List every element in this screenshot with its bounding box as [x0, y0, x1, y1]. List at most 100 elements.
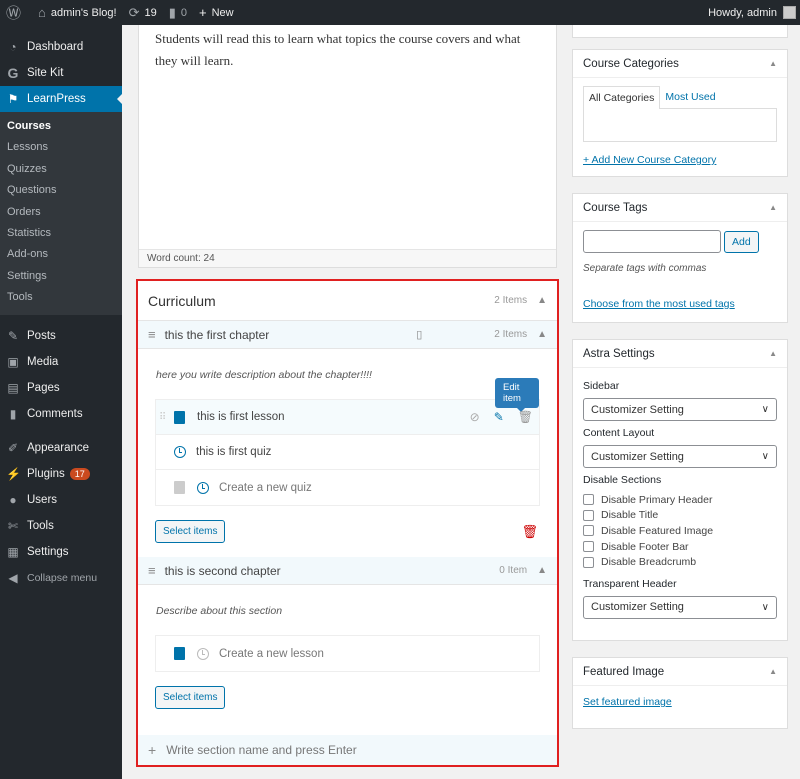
menu-pages[interactable]: ▤ Pages [0, 375, 122, 401]
sidebar-label: Sidebar [583, 380, 620, 392]
menu-comments[interactable]: ▮ Comments [0, 401, 122, 427]
section-items: ⠿ this is first lesson Edit item ⊘ ✎ 🗑 t… [155, 378, 540, 506]
menu-settings[interactable]: ▦ Settings [0, 539, 122, 565]
quiz-type-icon[interactable] [197, 647, 209, 660]
item-drag-icon[interactable]: ⠿ [159, 412, 166, 423]
my-account-link[interactable]: Howdy, admin [708, 6, 800, 19]
wp-logo-button[interactable]: Ⓦ [0, 0, 32, 25]
delete-section-icon[interactable]: 🗑 [521, 524, 538, 540]
checkbox-disable-footer-bar[interactable]: Disable Footer Bar [583, 539, 777, 555]
collapse-toggle-icon[interactable]: ▲ [769, 667, 777, 676]
add-section-row: + Write section name and press Enter [138, 735, 557, 765]
dashboard-icon: ◔ [9, 40, 17, 54]
checkbox-disable-title[interactable]: Disable Title [583, 508, 777, 524]
add-category-link[interactable]: + Add New Course Category [583, 154, 716, 166]
section-save-icon[interactable]: ▯ [416, 328, 422, 341]
new-content-link[interactable]: + New [193, 0, 240, 25]
list-item[interactable]: this is first quiz [156, 435, 539, 470]
menu-appearance[interactable]: ✐ Appearance [0, 435, 122, 461]
new-section-input[interactable]: Write section name and press Enter [166, 743, 357, 757]
collapse-toggle-icon[interactable]: ▲ [769, 59, 777, 68]
select-items-button[interactable]: Select items [155, 686, 226, 709]
most-used-tags-link[interactable]: Choose from the most used tags [583, 298, 735, 310]
submenu-courses[interactable]: Courses [0, 116, 122, 137]
checkbox-disable-breadcrumb[interactable]: Disable Breadcrumb [583, 554, 777, 570]
drag-handle-icon[interactable]: ≡ [148, 563, 156, 578]
updates-link[interactable]: ⟳ 19 [123, 0, 163, 25]
submenu-lessons[interactable]: Lessons [0, 137, 122, 158]
checkbox-disable-primary-header[interactable]: Disable Primary Header [583, 492, 777, 508]
tag-input[interactable] [583, 230, 721, 253]
select-items-button[interactable]: Select items [155, 520, 226, 543]
submenu-add-ons[interactable]: Add-ons [0, 244, 122, 265]
new-item-input[interactable]: Create a new lesson [219, 648, 324, 660]
submenu-orders[interactable]: Orders [0, 202, 122, 223]
new-item-row: Create a new quiz [156, 470, 539, 505]
comments-link[interactable]: ▮ 0 [163, 0, 193, 25]
collapse-toggle-icon[interactable]: ▲ [537, 295, 547, 306]
submenu-questions[interactable]: Questions [0, 180, 122, 201]
curriculum-title: Curriculum [148, 292, 216, 309]
item-title[interactable]: this is first quiz [196, 446, 271, 458]
admin-bar: Ⓦ ⌂ admin's Blog! ⟳ 19 ▮ 0 + New Howdy, admi… [0, 0, 800, 25]
plus-icon: + [148, 742, 157, 758]
section-1: ≡ this the first chapter ▯ 2 Items ▲ her… [138, 321, 557, 557]
section-name[interactable]: this is second chapter [165, 564, 281, 578]
collapse-toggle-icon[interactable]: ▲ [769, 203, 777, 212]
menu-users[interactable]: ● Users [0, 487, 122, 513]
submenu-settings[interactable]: Settings [0, 266, 122, 287]
item-title[interactable]: this is first lesson [197, 411, 285, 423]
menu-learnpress[interactable]: ⚑ LearnPress [0, 86, 122, 112]
transparent-header-select[interactable]: Customizer Setting ∨ [583, 595, 777, 619]
edit-item-icon[interactable]: ✎ [494, 410, 504, 424]
section-2: ≡ this is second chapter 0 Item ▲ Descri… [138, 557, 557, 723]
checkbox-disable-featured-image[interactable]: Disable Featured Image [583, 523, 777, 539]
delete-item-icon[interactable]: 🗑 [518, 410, 533, 424]
collapse-toggle-icon[interactable]: ▲ [769, 349, 777, 358]
add-tag-button[interactable]: Add [724, 230, 759, 253]
menu-tools[interactable]: ✄ Tools [0, 513, 122, 539]
section-header[interactable]: ≡ this the first chapter ▯ 2 Items ▲ [138, 321, 557, 349]
tab-all-categories[interactable]: All Categories [583, 86, 661, 109]
admin-sidebar: ◔ Dashboard G Site Kit ⚑ LearnPress Courses… [0, 25, 122, 779]
astra-settings-box: Astra Settings ▲ Sidebar Customizer Setti… [572, 339, 788, 641]
tab-most-used[interactable]: Most Used [660, 86, 720, 109]
list-item[interactable]: ⠿ this is first lesson Edit item ⊘ ✎ 🗑 [156, 378, 539, 435]
lesson-type-icon[interactable] [174, 647, 185, 660]
section-description[interactable]: Describe about this section [138, 585, 557, 635]
editor-content[interactable]: Students will read this to learn what to… [139, 25, 556, 75]
curriculum-header: Curriculum 2 Items ▲ [138, 281, 557, 321]
content-layout-select[interactable]: Customizer Setting ∨ [583, 445, 777, 468]
section-name[interactable]: this the first chapter [165, 328, 270, 342]
lesson-type-icon[interactable] [174, 481, 185, 494]
media-icon: ▣ [7, 354, 19, 369]
comment-icon: ▮ [9, 406, 17, 421]
section-header[interactable]: ≡ this is second chapter 0 Item ▲ [138, 557, 557, 585]
brush-icon: ✐ [7, 440, 19, 455]
quiz-icon [174, 446, 186, 458]
submenu-tools[interactable]: Tools [0, 287, 122, 308]
drag-handle-icon[interactable]: ≡ [148, 327, 156, 342]
menu-posts[interactable]: ✎ Posts [0, 323, 122, 349]
box-title: Course Tags [583, 201, 648, 214]
quiz-type-icon[interactable] [197, 481, 209, 494]
section-toggle-icon[interactable]: ▲ [537, 565, 547, 576]
section-toggle-icon[interactable]: ▲ [537, 329, 547, 340]
collapse-menu-button[interactable]: ◀ Collapse menu [0, 565, 122, 591]
preview-toggle-icon[interactable]: ⊘ [470, 410, 480, 424]
site-name-link[interactable]: ⌂ admin's Blog! [32, 0, 123, 25]
menu-site-kit[interactable]: G Site Kit [0, 60, 122, 86]
menu-plugins[interactable]: ⚡ Plugins 17 [0, 461, 122, 487]
menu-dashboard[interactable]: ◔ Dashboard [0, 34, 122, 60]
section-count: 2 Items [494, 329, 528, 340]
category-checklist[interactable] [583, 108, 777, 142]
chevron-down-icon: ∨ [761, 601, 769, 613]
box-title: Featured Image [583, 665, 665, 678]
set-featured-image-link[interactable]: Set featured image [583, 696, 672, 708]
new-item-input[interactable]: Create a new quiz [219, 482, 312, 494]
submenu-statistics[interactable]: Statistics [0, 223, 122, 244]
sidebar-select[interactable]: Customizer Setting ∨ [583, 398, 777, 421]
course-description-editor[interactable]: Students will read this to learn what to… [138, 25, 557, 268]
menu-media[interactable]: ▣ Media [0, 349, 122, 375]
submenu-quizzes[interactable]: Quizzes [0, 159, 122, 180]
